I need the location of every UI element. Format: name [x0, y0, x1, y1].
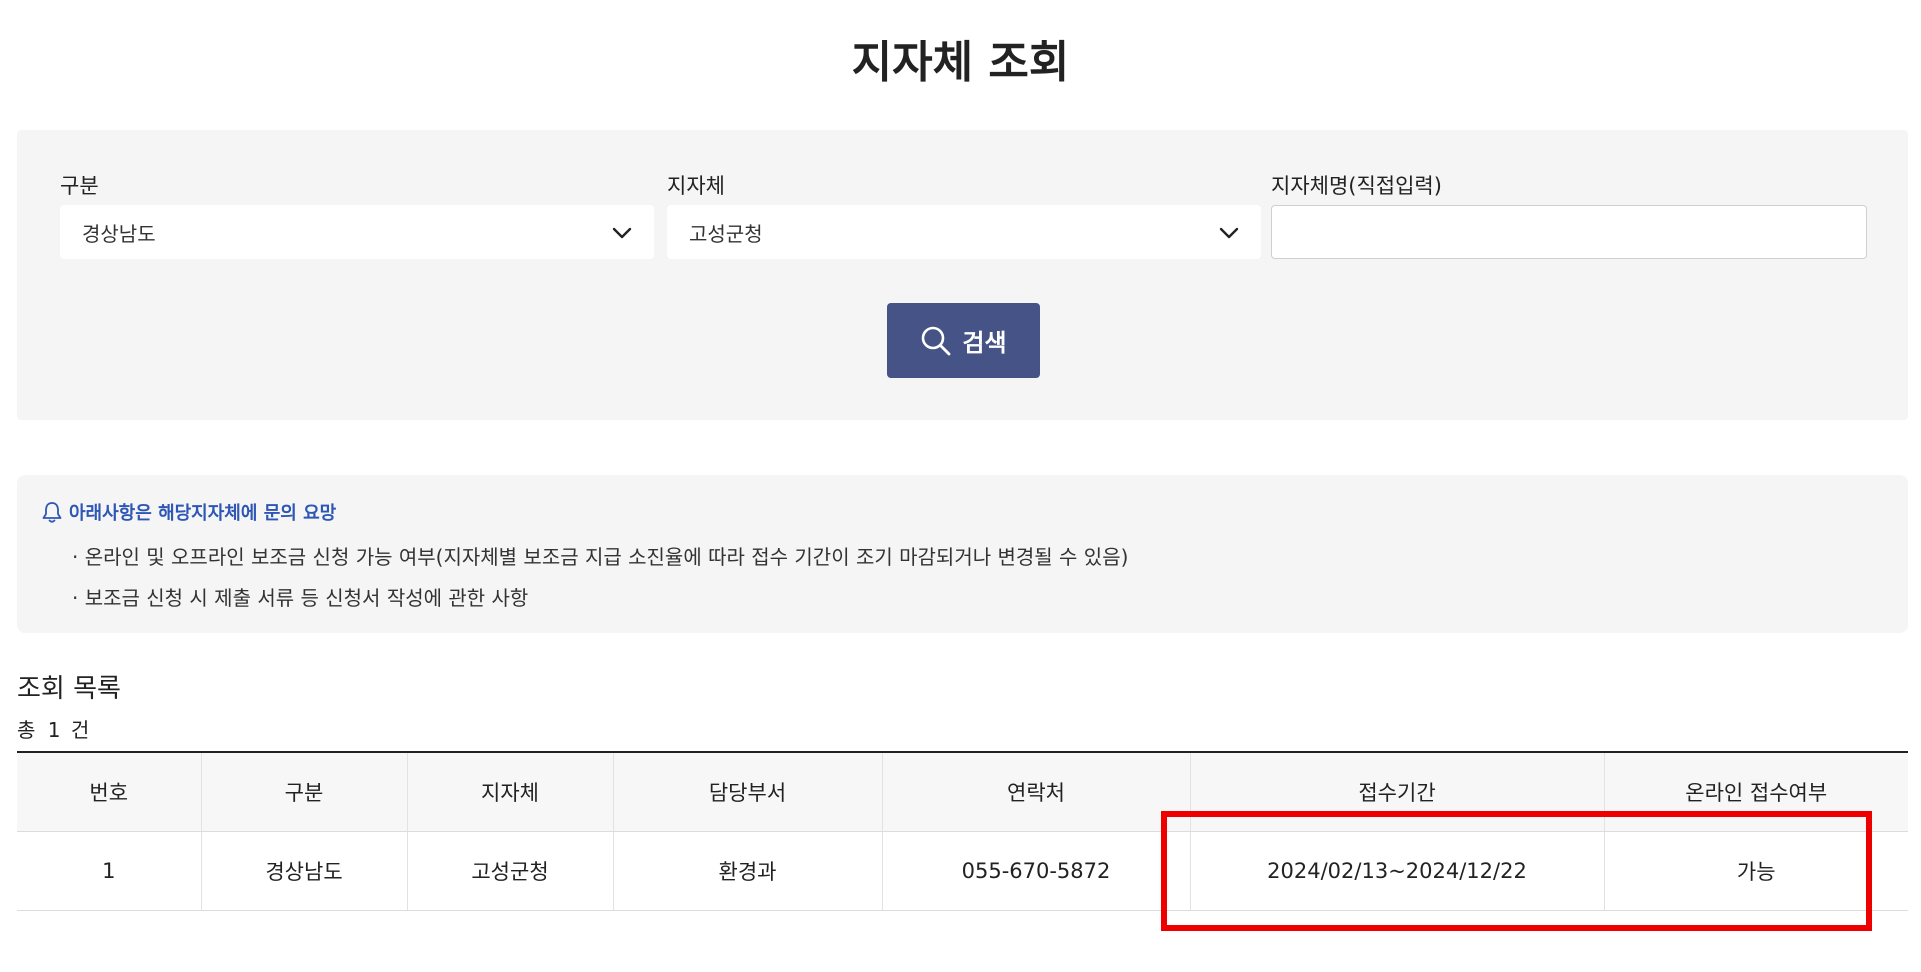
col-header-municipality: 지자체 [407, 752, 614, 832]
col-header-contact: 연락처 [882, 752, 1191, 832]
cell-department: 환경과 [613, 831, 883, 911]
chevron-down-icon [1219, 227, 1239, 239]
cell-number: 1 [17, 831, 202, 911]
count-value: 1 [47, 718, 61, 742]
search-button-label: 검색 [962, 329, 1007, 357]
municipality-select[interactable]: 고성군청 [667, 205, 1261, 259]
category-select-value: 경상남도 [82, 221, 156, 246]
results-table: 번호 구분 지자체 담당부서 연락처 접수기간 온라인 접수여부 1 경상남도 … [17, 751, 1908, 911]
bell-icon [42, 502, 62, 523]
municipality-select-value: 고성군청 [689, 221, 763, 246]
count-suffix: 건 [70, 718, 90, 742]
search-panel: 구분 경상남도 지자체 고성군청 지자체명(직접입력) 검색 [17, 130, 1908, 420]
category-label: 구분 [60, 174, 99, 198]
table-row: 1 경상남도 고성군청 환경과 055-670-5872 2024/02/13~… [17, 831, 1908, 911]
notice-heading: 아래사항은 해당지자체에 문의 요망 [69, 503, 337, 524]
col-header-online: 온라인 접수여부 [1604, 752, 1908, 832]
notice-heading-row: 아래사항은 해당지자체에 문의 요망 [41, 499, 336, 525]
results-title: 조회 목록 [17, 674, 121, 704]
municipality-name-label: 지자체명(직접입력) [1271, 174, 1442, 198]
municipality-label: 지자체 [667, 174, 725, 198]
col-header-department: 담당부서 [613, 752, 883, 832]
municipality-name-input[interactable] [1271, 205, 1867, 259]
search-button[interactable]: 검색 [887, 303, 1040, 378]
count-prefix: 총 [17, 718, 36, 742]
cell-municipality: 고성군청 [407, 831, 614, 911]
col-header-category: 구분 [201, 752, 408, 832]
cell-online: 가능 [1604, 831, 1908, 911]
notice-line-1: · 온라인 및 오프라인 보조금 신청 가능 여부(지자체별 보조금 지급 소진… [72, 545, 1129, 569]
search-icon [922, 326, 951, 355]
cell-category: 경상남도 [201, 831, 408, 911]
col-header-number: 번호 [17, 752, 202, 832]
notice-line-2: · 보조금 신청 시 제출 서류 등 신청서 작성에 관한 사항 [72, 586, 529, 610]
page-title: 지자체 조회 [851, 37, 1070, 88]
notice-box: 아래사항은 해당지자체에 문의 요망 · 온라인 및 오프라인 보조금 신청 가… [17, 475, 1908, 633]
col-header-period: 접수기간 [1190, 752, 1605, 832]
cell-contact: 055-670-5872 [882, 831, 1191, 911]
chevron-down-icon [612, 227, 632, 239]
table-header-row: 번호 구분 지자체 담당부서 연락처 접수기간 온라인 접수여부 [17, 752, 1908, 832]
results-count: 총 1 건 [17, 714, 89, 743]
cell-period: 2024/02/13~2024/12/22 [1190, 831, 1605, 911]
category-select[interactable]: 경상남도 [60, 205, 654, 259]
